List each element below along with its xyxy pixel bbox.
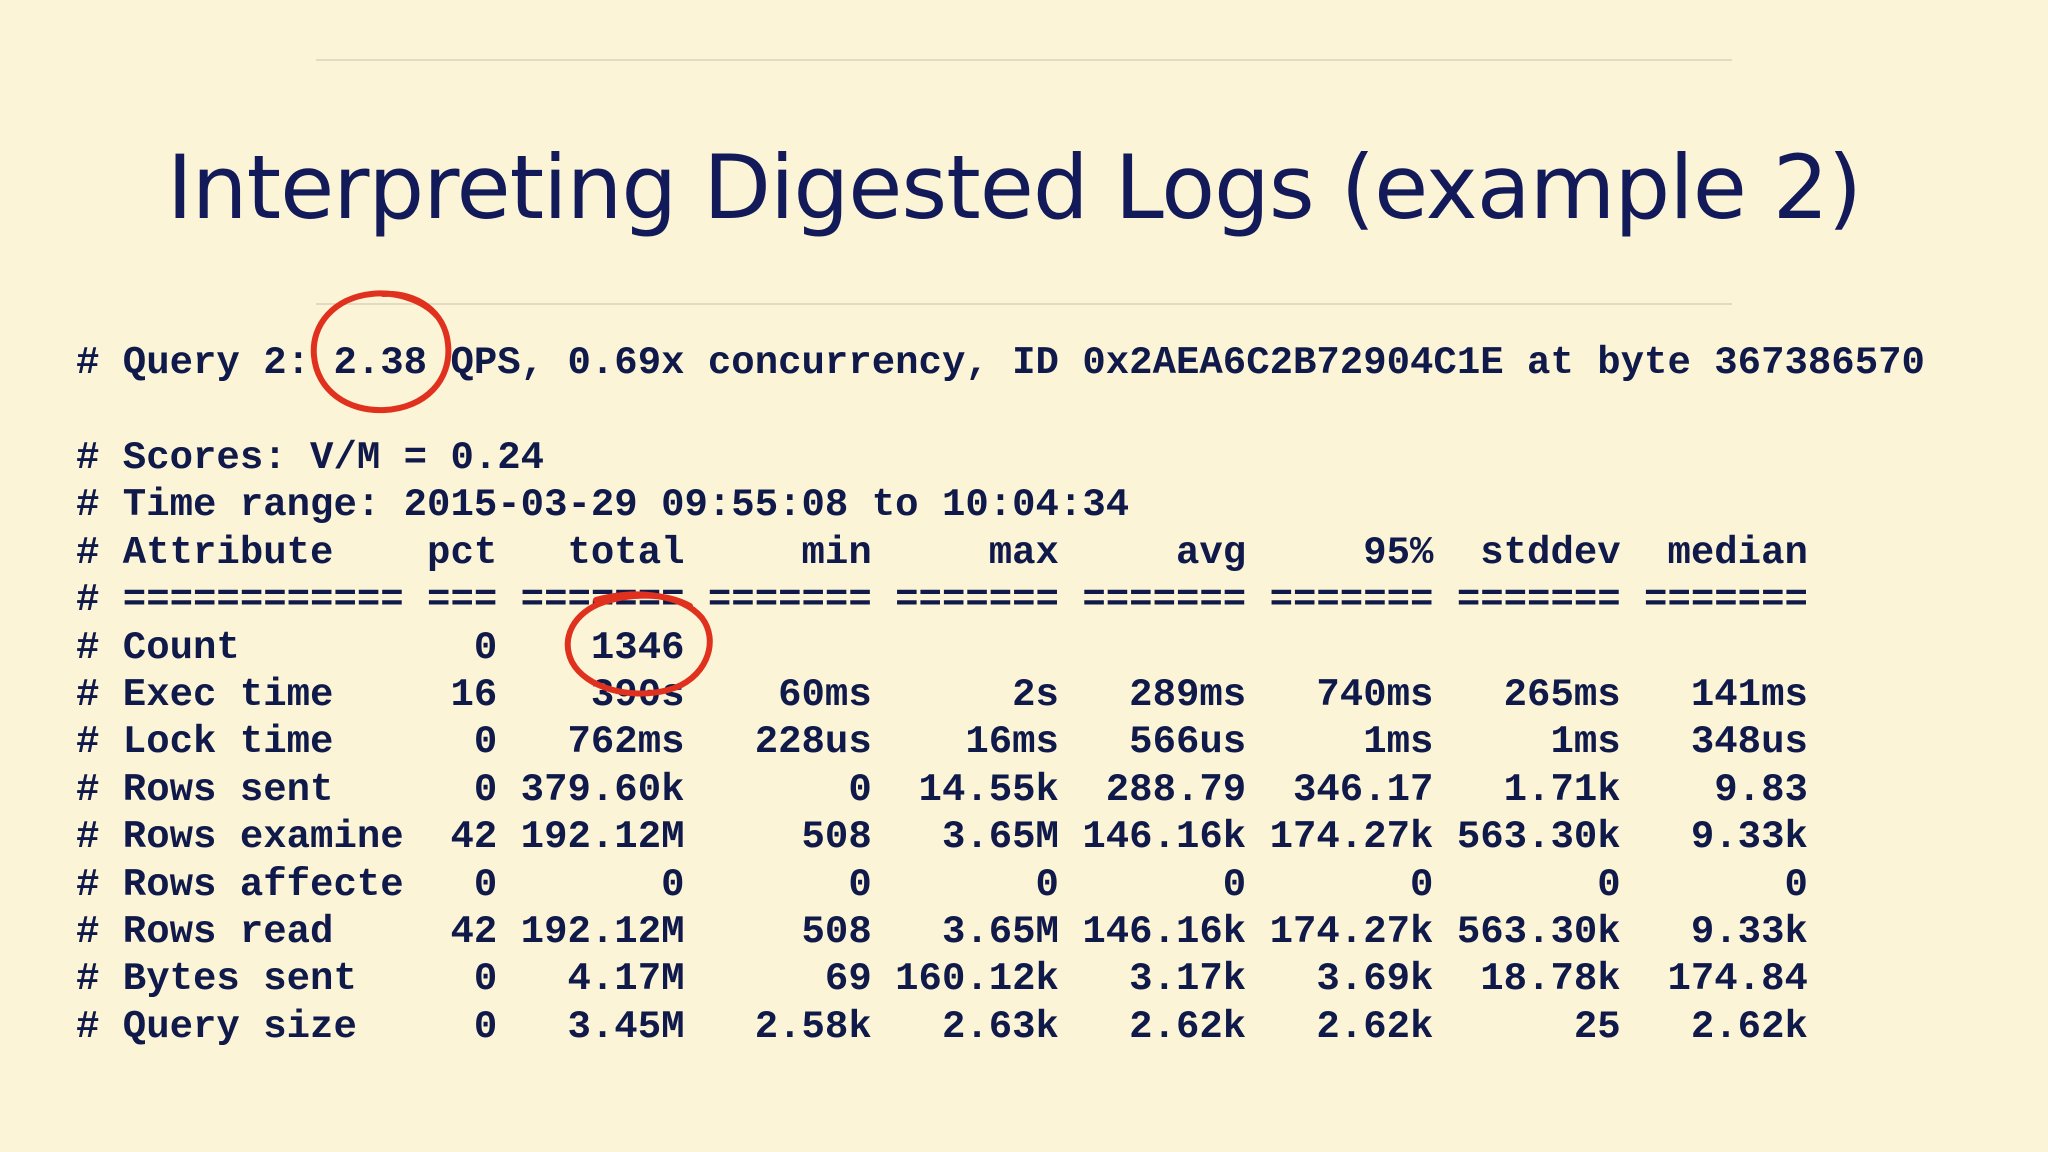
table-header: # Attribute pct total min max avg 95% st… xyxy=(76,530,1808,575)
table-separator: # ============ === ======= ======= =====… xyxy=(76,578,1808,623)
slide-title: Interpreting Digested Logs (example 2) xyxy=(166,136,1862,239)
row-lock-time: # Lock time 0 762ms 228us 16ms 566us 1ms… xyxy=(76,720,1808,765)
row-exec-time: # Exec time 16 390s 60ms 2s 289ms 740ms … xyxy=(76,672,1808,717)
row-query-size: # Query size 0 3.45M 2.58k 2.63k 2.62k 2… xyxy=(76,1004,1808,1049)
query-summary-line: # Query 2: 2.38 QPS, 0.69x concurrency, … xyxy=(76,341,1925,385)
slide: Interpreting Digested Logs (example 2) #… xyxy=(0,0,2048,1152)
time-range-line: # Time range: 2015-03-29 09:55:08 to 10:… xyxy=(76,483,1130,528)
scores-line: # Scores: V/M = 0.24 xyxy=(76,436,545,480)
row-rows-read: # Rows read 42 192.12M 508 3.65M 146.16k… xyxy=(76,909,1808,954)
row-bytes-sent: # Bytes sent 0 4.17M 69 160.12k 3.17k 3.… xyxy=(76,957,1808,1002)
stats-block: # Scores: V/M = 0.24 # Time range: 2015-0… xyxy=(76,435,1808,1051)
row-rows-affecte: # Rows affecte 0 0 0 0 0 0 0 0 xyxy=(76,862,1808,907)
row-count: # Count 0 1346 xyxy=(76,625,685,670)
top-divider xyxy=(316,59,1732,61)
row-rows-examine: # Rows examine 42 192.12M 508 3.65M 146.… xyxy=(76,815,1808,860)
title-divider xyxy=(316,303,1732,305)
row-rows-sent: # Rows sent 0 379.60k 0 14.55k 288.79 34… xyxy=(76,767,1808,812)
